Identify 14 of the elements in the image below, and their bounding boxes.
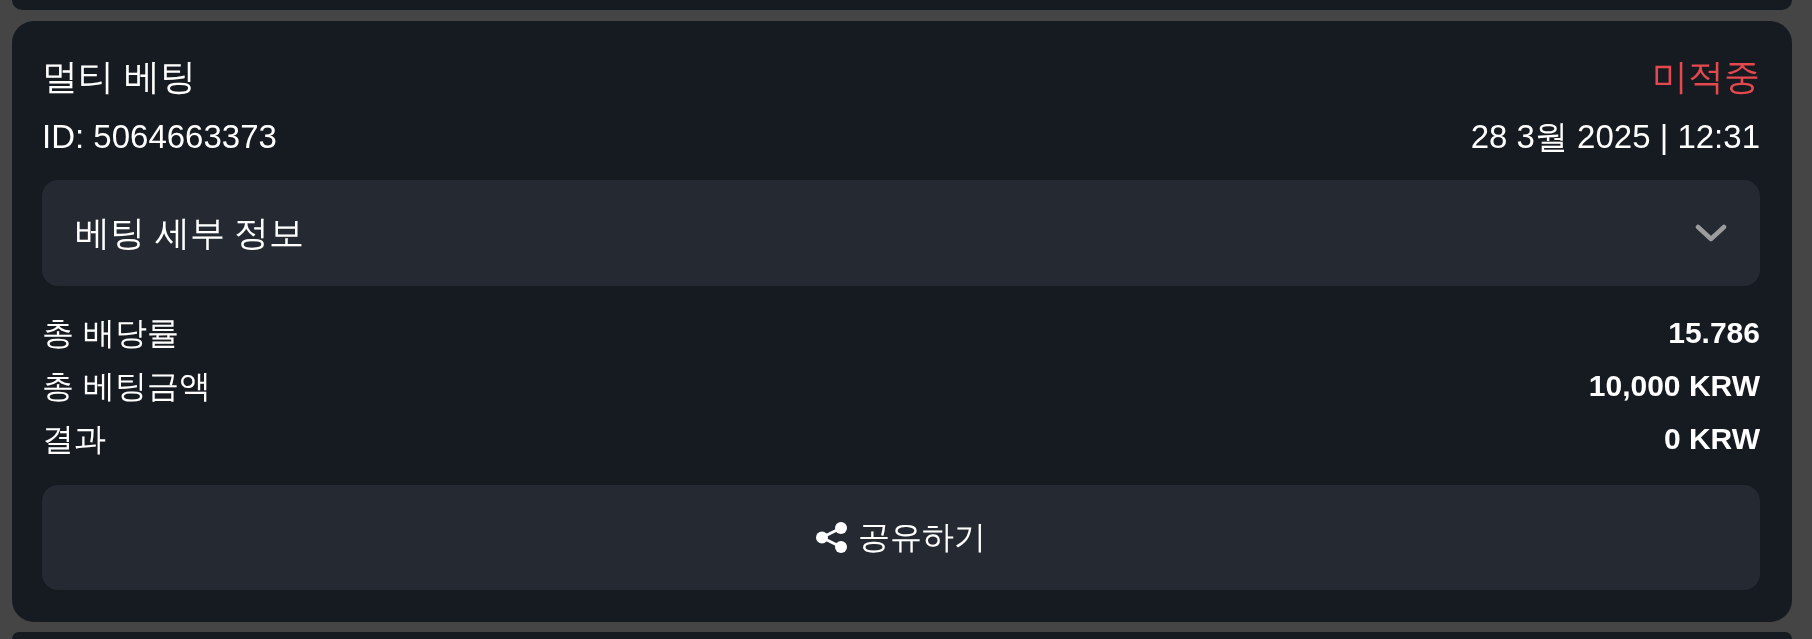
bet-details-toggle[interactable]: 베팅 세부 정보 xyxy=(42,180,1760,286)
summary-value: 0 KRW xyxy=(1663,420,1760,457)
bet-title: 멀티 베팅 xyxy=(42,55,196,99)
summary-label: 총 배당률 xyxy=(42,313,179,353)
summary-value: 15.786 xyxy=(1668,314,1760,351)
summary-label: 총 베팅금액 xyxy=(42,366,211,406)
bet-status: 미적중 xyxy=(1652,55,1760,99)
summary-value: 10,000 KRW xyxy=(1588,367,1760,404)
share-icon xyxy=(816,522,847,553)
chevron-icon xyxy=(1695,223,1727,243)
share-button[interactable]: 공유하기 xyxy=(42,485,1760,590)
summary-label: 결과 xyxy=(42,419,106,459)
bet-datetime: 28 3월 2025 | 12:31 xyxy=(1470,117,1760,157)
bet-id: ID: 5064663373 xyxy=(42,117,277,157)
